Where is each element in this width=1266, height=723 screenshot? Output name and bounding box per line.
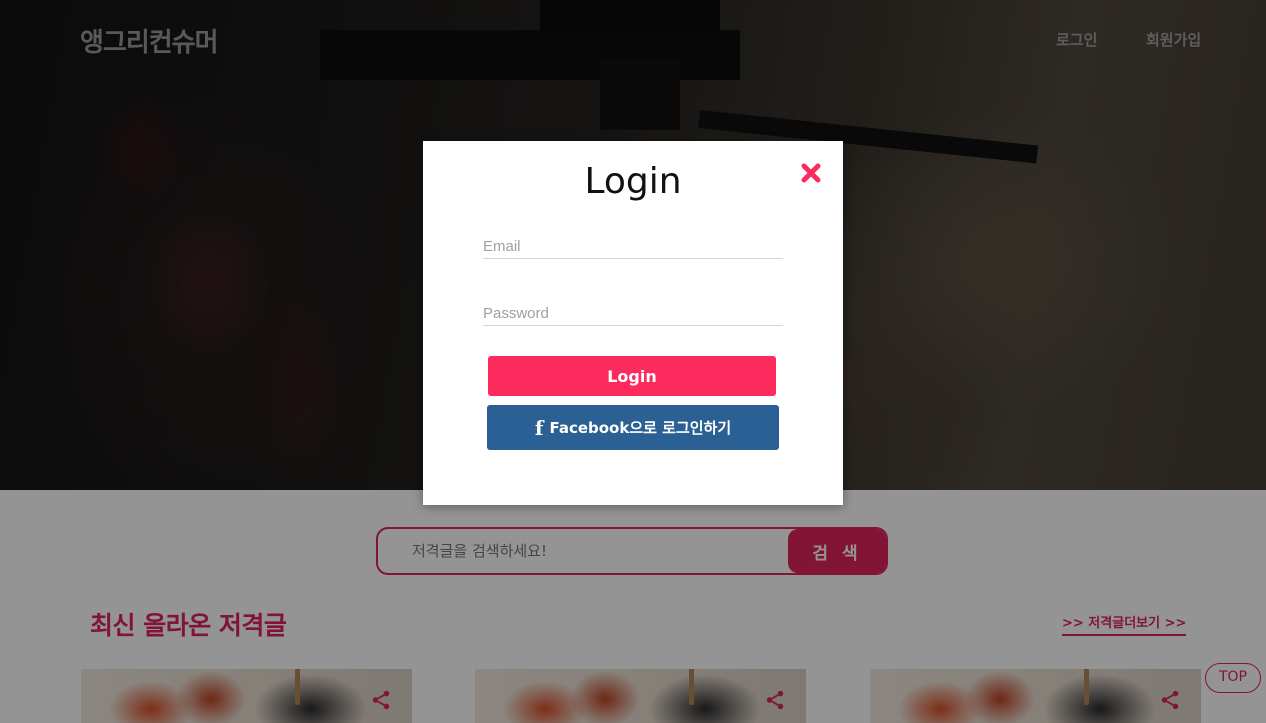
login-modal: Login Login f Facebook으로 로그인하기 — [423, 141, 843, 505]
login-button[interactable]: Login — [488, 356, 776, 396]
facebook-login-button[interactable]: f Facebook으로 로그인하기 — [487, 405, 779, 450]
password-field[interactable] — [483, 304, 783, 326]
modal-title: Login — [584, 161, 682, 202]
facebook-icon: f — [534, 415, 544, 440]
facebook-login-label: Facebook으로 로그인하기 — [549, 419, 732, 437]
email-field[interactable] — [483, 237, 783, 259]
close-icon[interactable] — [800, 162, 822, 184]
